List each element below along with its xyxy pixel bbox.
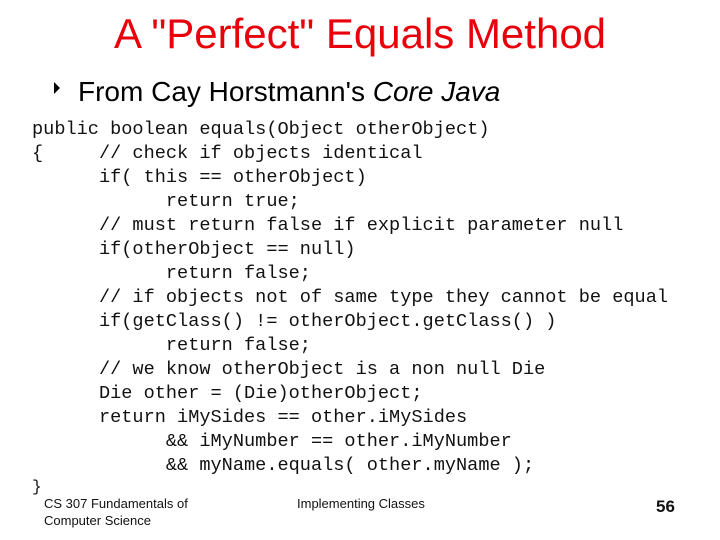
code-line: // must return false if explicit paramet…	[32, 215, 624, 236]
bullet-text-plain: From Cay Horstmann's	[78, 76, 373, 107]
bullet-item: From Cay Horstmann's Core Java	[54, 72, 500, 112]
triangle-bullet-icon	[54, 82, 60, 94]
page-number: 56	[656, 497, 675, 516]
code-line: && myName.equals( other.myName );	[32, 455, 535, 476]
code-line: // we know otherObject is a non null Die	[32, 359, 546, 380]
code-line: { // check if objects identical	[32, 143, 423, 164]
footer-course: CS 307 Fundamentals of Computer Science	[44, 496, 188, 528]
code-line: public boolean equals(Object otherObject…	[32, 119, 490, 140]
bullet-text: From Cay Horstmann's Core Java	[78, 76, 500, 108]
slide-title: A "Perfect" Equals Method	[113, 10, 607, 57]
code-line: return true;	[32, 191, 300, 212]
code-line: && iMyNumber == other.iMyNumber	[32, 431, 512, 452]
bullet-text-book-title: Core Java	[372, 76, 501, 107]
code-line: if( this == otherObject)	[32, 167, 367, 188]
footer-topic: Implementing Classes	[297, 496, 425, 511]
code-closing-brace: }	[32, 478, 42, 496]
code-line: // if objects not of same type they cann…	[32, 287, 669, 308]
code-line: return false;	[32, 263, 311, 284]
code-line: return iMySides == other.iMySides	[32, 407, 468, 428]
code-line: if(getClass() != otherObject.getClass() …	[32, 311, 557, 332]
code-block: public boolean equals(Object otherObject…	[32, 118, 668, 478]
code-line: return false;	[32, 335, 311, 356]
code-line: Die other = (Die)otherObject;	[32, 383, 423, 404]
slide: A "Perfect" Equals Method From Cay Horst…	[0, 0, 720, 540]
code-line: if(otherObject == null)	[32, 239, 356, 260]
